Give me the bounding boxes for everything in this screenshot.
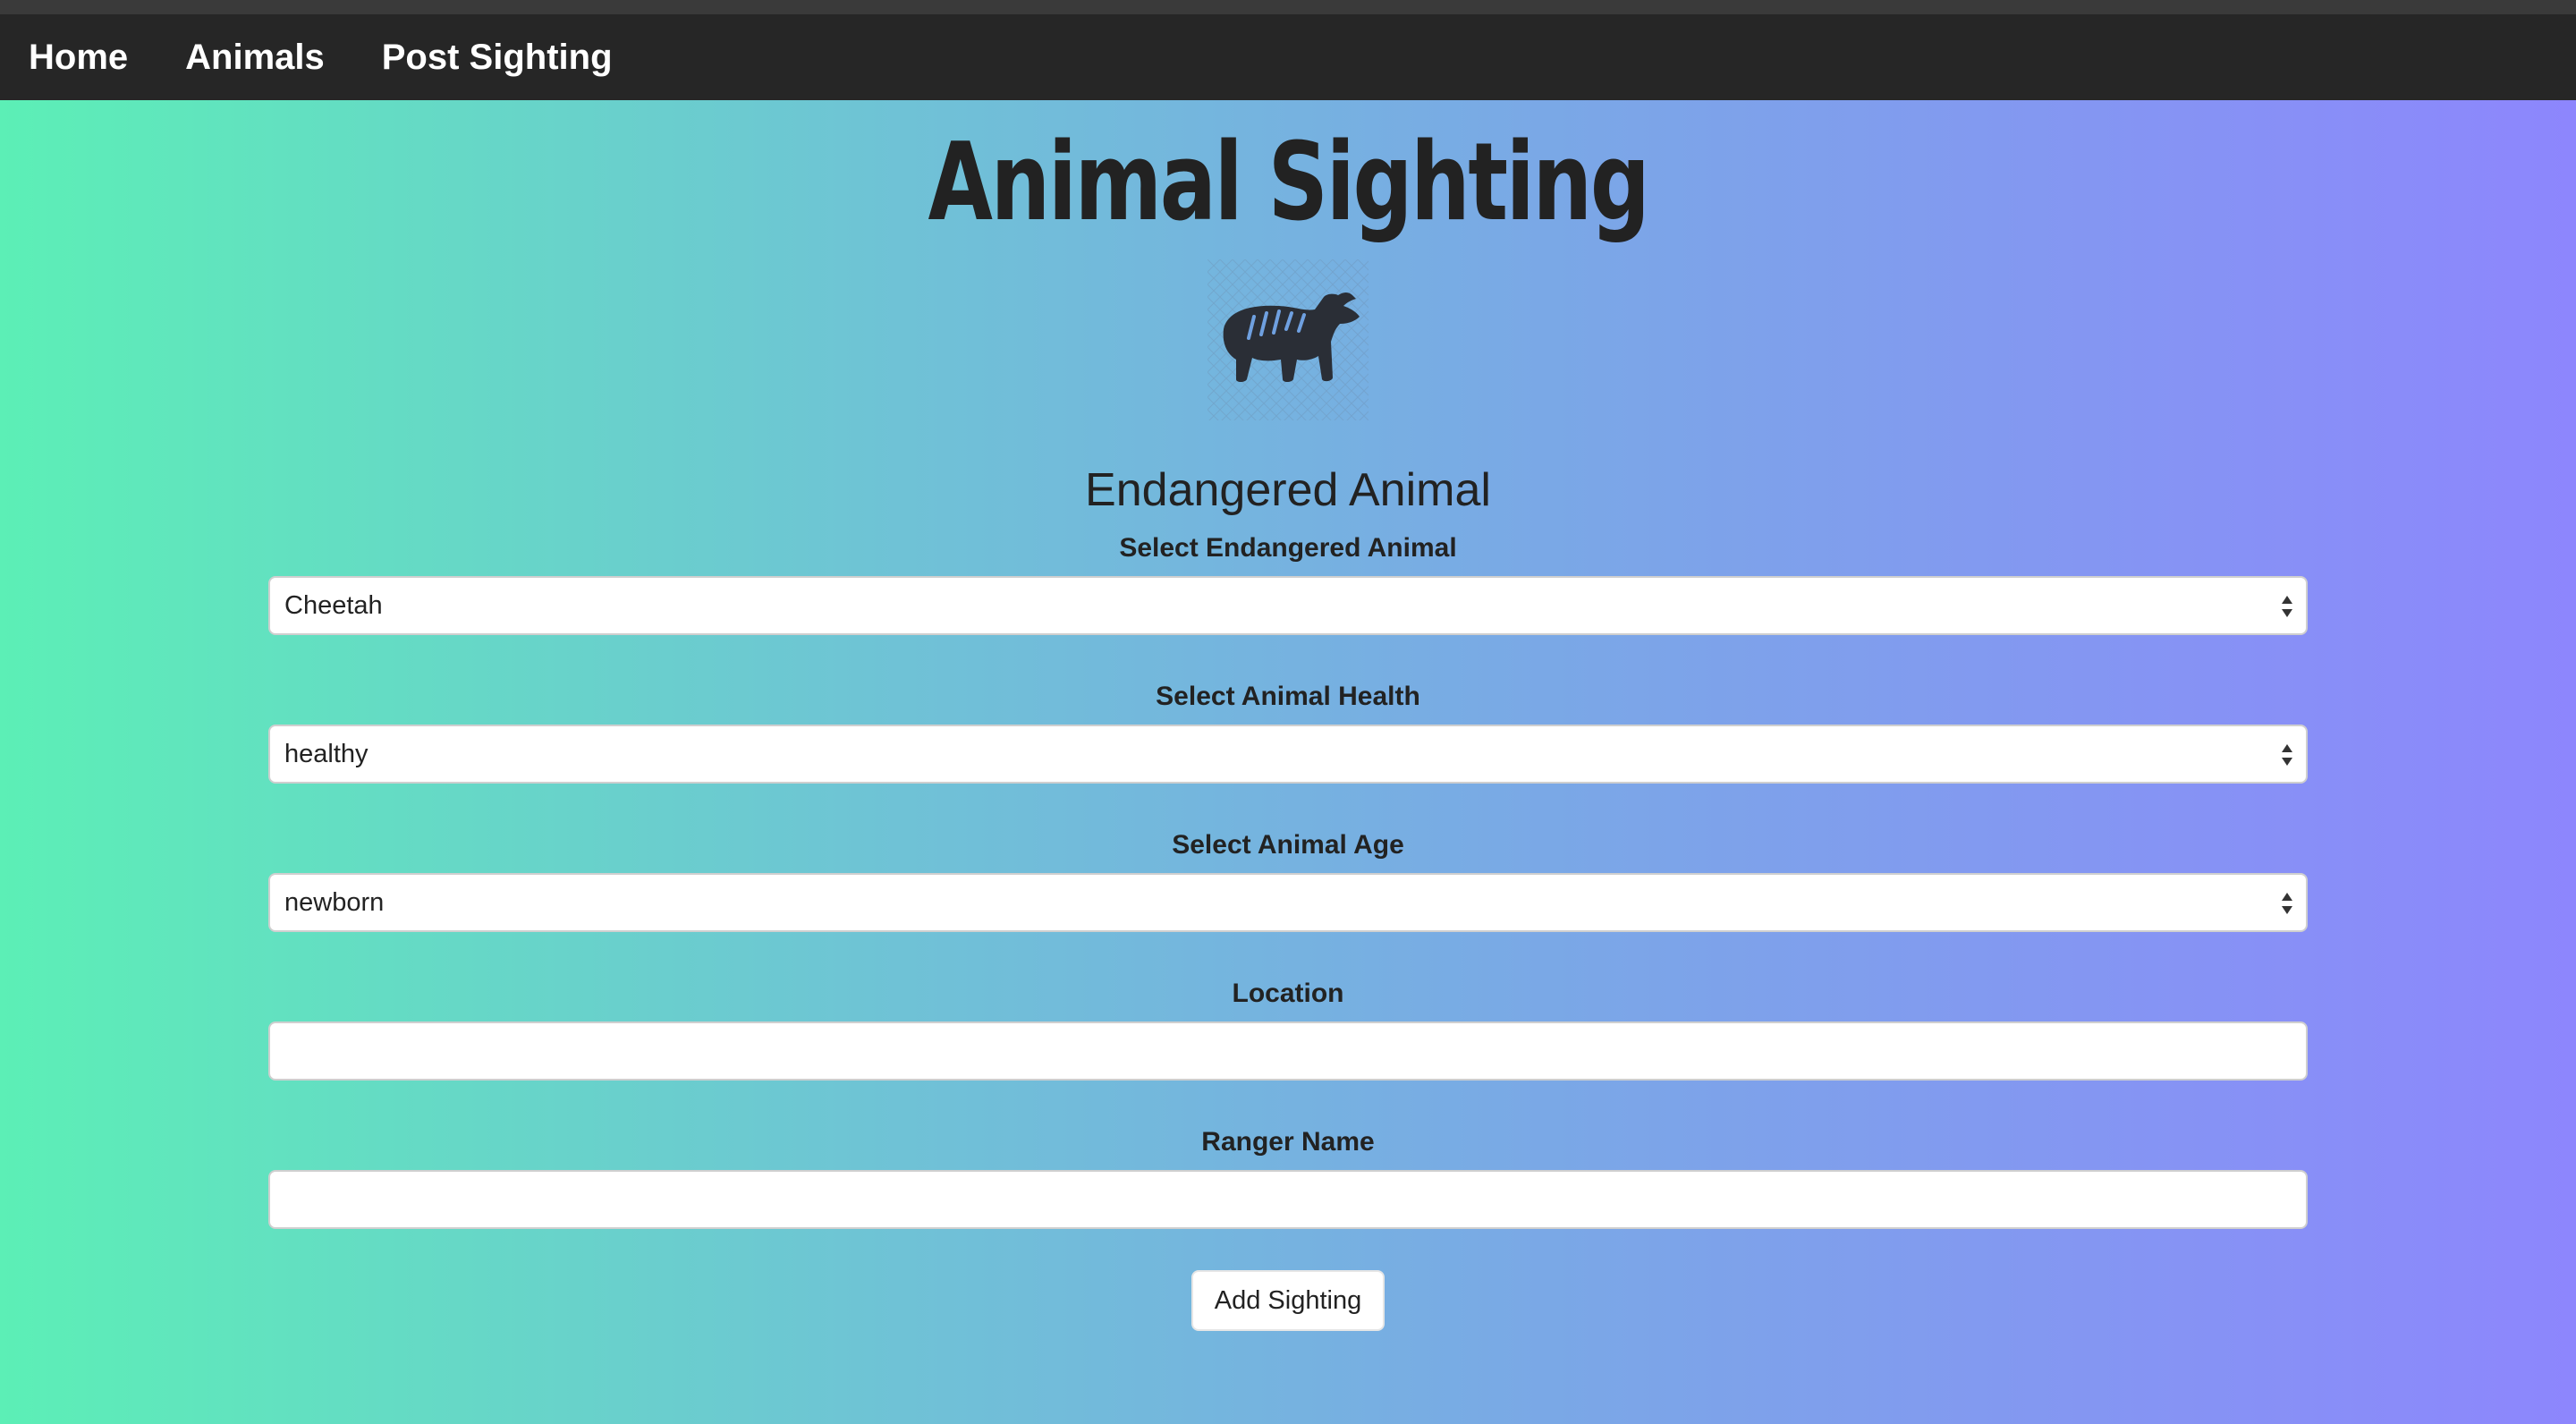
page-title: Animal Sighting [928, 121, 1649, 245]
ranger-field-wrap [268, 1170, 2308, 1229]
window-top-strip [0, 0, 2576, 14]
health-select-value: healthy [284, 740, 369, 768]
location-input[interactable] [270, 1023, 2306, 1079]
select-arrows-icon [2282, 596, 2292, 617]
add-sighting-button[interactable]: Add Sighting [1191, 1270, 1385, 1331]
navbar: Home Animals Post Sighting [0, 14, 2576, 100]
animal-select-label: Select Endangered Animal [1119, 533, 1457, 563]
animal-select-value: Cheetah [284, 591, 383, 620]
ranger-name-label: Ranger Name [1201, 1127, 1375, 1157]
age-select-label: Select Animal Age [1172, 830, 1404, 860]
sighting-form: Select Endangered Animal Cheetah Select … [268, 528, 2308, 1331]
location-field-wrap [268, 1021, 2308, 1081]
nav-post-sighting-link[interactable]: Post Sighting [382, 14, 613, 100]
select-arrows-icon [2282, 744, 2292, 766]
location-label: Location [1232, 979, 1344, 1008]
nav-animals-link[interactable]: Animals [185, 14, 325, 100]
health-select-label: Select Animal Health [1156, 682, 1420, 711]
nav-home-link[interactable]: Home [29, 14, 128, 100]
select-arrows-icon [2282, 893, 2292, 914]
age-select[interactable]: newborn [268, 873, 2308, 932]
submit-row: Add Sighting [268, 1270, 2308, 1331]
health-select[interactable]: healthy [268, 725, 2308, 784]
ranger-name-input[interactable] [270, 1172, 2306, 1227]
age-select-value: newborn [284, 888, 385, 917]
hippo-icon [1208, 259, 1368, 420]
animal-select[interactable]: Cheetah [268, 576, 2308, 635]
form-heading: Endangered Animal [1085, 464, 1491, 516]
